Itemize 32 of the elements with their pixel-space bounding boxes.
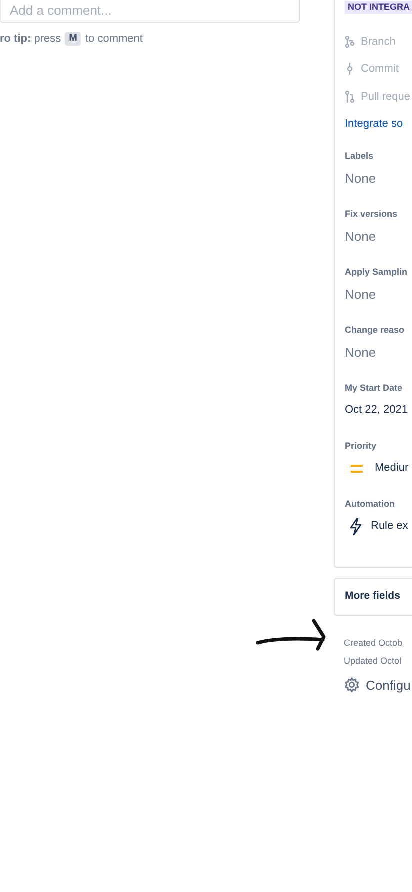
- comment-field[interactable]: Add a comment...: [0, 0, 300, 23]
- field-value: None: [345, 170, 376, 188]
- branch-icon: [345, 36, 355, 48]
- field-value: None: [345, 228, 376, 246]
- field-label: Fix versions: [345, 208, 399, 220]
- status-badge: NOT INTEGRA: [345, 1, 412, 14]
- pull-request-icon: [345, 90, 355, 103]
- priority-icon: [351, 464, 363, 472]
- key-label: M: [65, 32, 82, 46]
- comment-input[interactable]: Add a comment...: [10, 1, 299, 21]
- arrow-drawing: [256, 618, 328, 654]
- field-label: Labels: [345, 150, 375, 162]
- lightning-icon: [349, 518, 363, 536]
- field-label: Automation: [345, 498, 396, 510]
- configure-link[interactable]: Configu: [366, 676, 411, 695]
- field-value: Oct 22, 2021: [345, 403, 408, 418]
- field-label: My Start Date: [345, 382, 404, 395]
- field-value: None: [345, 344, 376, 362]
- commit-icon: [345, 63, 355, 76]
- field-value: Rule ex: [371, 519, 408, 534]
- field-label: Apply Samplin: [345, 266, 409, 279]
- field-label: Change reaso: [345, 324, 406, 337]
- tip-text: ro tip: press: [0, 32, 62, 47]
- created-text: Created Octob: [344, 636, 404, 650]
- updated-text: Updated Octol: [344, 654, 403, 668]
- more-fields-button[interactable]: More fields: [334, 578, 412, 616]
- gear-icon: [344, 677, 360, 694]
- field-label: Priority: [345, 440, 378, 453]
- integrate-link[interactable]: Integrate so: [345, 116, 404, 132]
- field-value: None: [345, 286, 376, 304]
- tip-text: to comment: [85, 32, 143, 47]
- field-value: Mediur: [375, 461, 409, 476]
